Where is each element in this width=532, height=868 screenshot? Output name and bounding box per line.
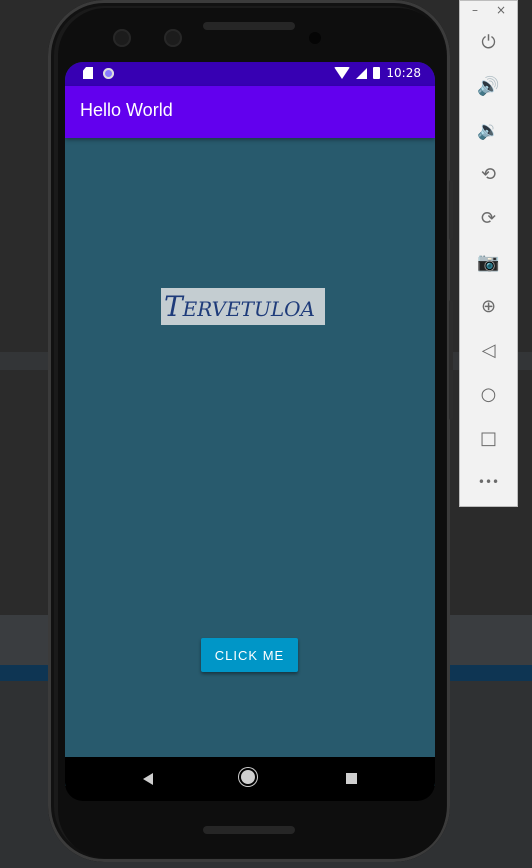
front-camera bbox=[113, 29, 131, 47]
camera-icon[interactable]: 📷 bbox=[460, 247, 517, 277]
nav-recents-icon[interactable] bbox=[346, 773, 357, 784]
phone-power-button bbox=[449, 180, 453, 240]
device-screen: 10:28 Hello World Tervetuloa CLICK ME bbox=[65, 62, 435, 786]
phone-volume-button bbox=[449, 300, 453, 420]
volume-up-icon[interactable]: 🔊 bbox=[460, 71, 517, 101]
back-icon[interactable]: ◁ bbox=[460, 335, 517, 365]
volume-down-icon[interactable]: 🔉 bbox=[460, 115, 517, 145]
phone-speaker-bottom bbox=[203, 826, 295, 834]
wifi-icon bbox=[334, 67, 351, 79]
status-time: 10:28 bbox=[386, 66, 421, 80]
emulator-toolbar: – × ⏻ 🔊 🔉 ⟲ ⟳ 📷 ⊕ ◁ ○ □ ••• bbox=[459, 0, 518, 507]
close-button[interactable]: × bbox=[496, 3, 506, 17]
phone-speaker bbox=[203, 22, 295, 30]
rotate-left-icon[interactable]: ⟲ bbox=[460, 159, 517, 189]
app-bar: Hello World bbox=[65, 86, 435, 138]
sd-card-icon bbox=[83, 67, 93, 79]
overview-icon[interactable]: □ bbox=[460, 423, 517, 453]
rotate-right-icon[interactable]: ⟳ bbox=[460, 203, 517, 233]
click-me-button[interactable]: CLICK ME bbox=[201, 638, 298, 672]
navigation-bar bbox=[65, 757, 435, 801]
home-icon[interactable]: ○ bbox=[460, 379, 517, 409]
zoom-icon[interactable]: ⊕ bbox=[460, 291, 517, 321]
notification-icon bbox=[103, 67, 114, 79]
minimize-button[interactable]: – bbox=[472, 3, 478, 17]
battery-icon bbox=[373, 67, 381, 79]
power-icon[interactable]: ⏻ bbox=[460, 27, 517, 57]
status-bar: 10:28 bbox=[65, 62, 435, 86]
proximity-sensor bbox=[309, 32, 321, 44]
nav-home-icon[interactable] bbox=[241, 770, 255, 784]
greeting-text: Tervetuloa bbox=[161, 288, 325, 325]
front-sensor bbox=[164, 29, 182, 47]
signal-icon bbox=[356, 67, 368, 79]
more-icon[interactable]: ••• bbox=[460, 467, 517, 497]
app-title: Hello World bbox=[80, 100, 173, 120]
nav-back-icon[interactable] bbox=[143, 773, 153, 785]
